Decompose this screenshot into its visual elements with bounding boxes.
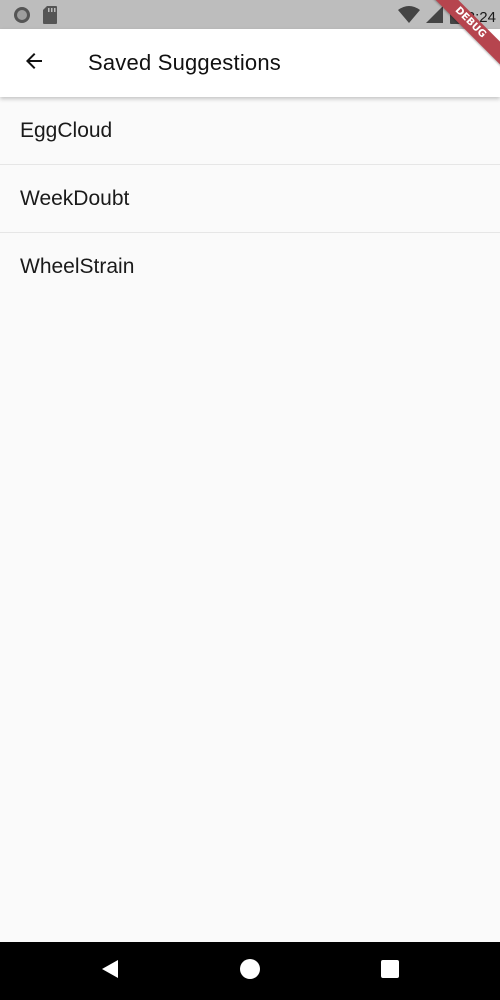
back-button[interactable] xyxy=(14,43,54,83)
home-circle-icon xyxy=(239,958,261,984)
circle-indicator-icon xyxy=(13,6,31,28)
list-item[interactable]: WeekDoubt xyxy=(0,165,500,233)
status-bar: 2:24 xyxy=(0,0,500,29)
list-item[interactable]: WheelStrain xyxy=(0,233,500,301)
page-title: Saved Suggestions xyxy=(88,50,281,75)
saved-suggestions-list: EggCloud WeekDoubt WheelStrain xyxy=(0,97,500,301)
sd-card-icon xyxy=(43,6,57,28)
app-bar: Saved Suggestions xyxy=(0,29,500,97)
nav-home-button[interactable] xyxy=(235,956,265,986)
arrow-back-icon xyxy=(22,49,46,77)
list-item[interactable]: EggCloud xyxy=(0,97,500,165)
nav-recents-button[interactable] xyxy=(375,956,405,986)
navigation-bar xyxy=(0,942,500,1000)
wifi-icon xyxy=(397,6,420,28)
status-left-icons xyxy=(13,6,57,28)
back-triangle-icon xyxy=(100,959,120,983)
nav-back-button[interactable] xyxy=(95,956,125,986)
recents-square-icon xyxy=(380,959,400,983)
cell-signal-icon xyxy=(425,6,444,28)
